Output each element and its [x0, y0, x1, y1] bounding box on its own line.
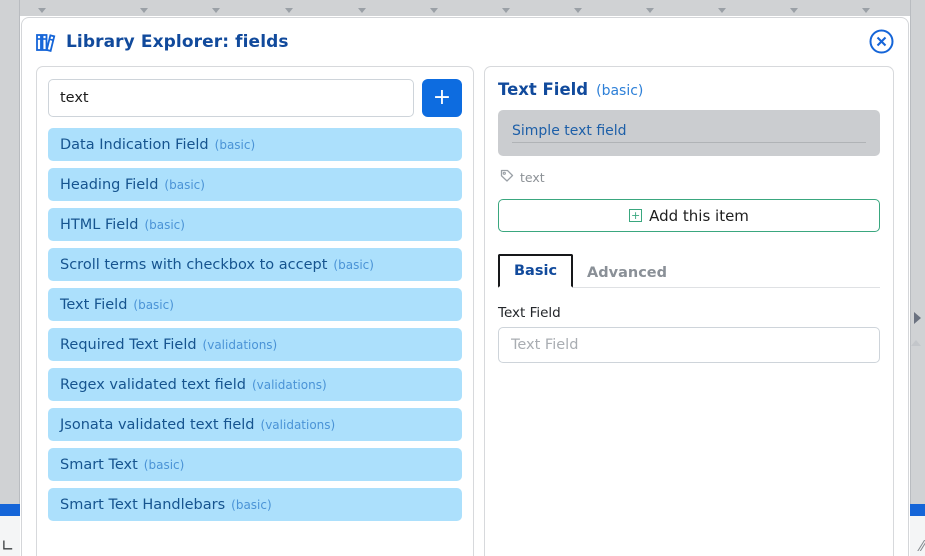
search-input[interactable] — [48, 79, 414, 117]
list-item-category: (validations) — [260, 417, 336, 432]
close-icon[interactable] — [869, 29, 894, 54]
library-explorer-dialog: Library Explorer: fields + Data Ind — [21, 17, 909, 556]
detail-title: Text Field — [498, 80, 589, 99]
list-item[interactable]: Smart Text (basic) — [48, 448, 462, 481]
right-rail-accent — [910, 504, 925, 516]
text-field-label: Text Field — [498, 305, 561, 321]
list-item-name: Regex validated text field — [60, 376, 246, 393]
list-item-name: Smart Text Handlebars — [60, 496, 226, 513]
list-item-name: Heading Field — [60, 176, 159, 193]
list-item-category: (basic) — [144, 217, 185, 232]
list-item-category: (validations) — [251, 377, 327, 392]
list-item[interactable]: Smart Text Handlebars (basic) — [48, 488, 462, 521]
left-rail — [0, 0, 20, 556]
library-list-panel: + Data Indication Field (basic) Heading … — [36, 66, 474, 556]
detail-header: Text Field (basic) — [498, 80, 880, 99]
list-item[interactable]: Regex validated text field (validations) — [48, 368, 462, 401]
add-this-item-button[interactable]: + Add this item — [498, 199, 880, 232]
tab-advanced[interactable]: Advanced — [573, 258, 681, 288]
page-title: Library Explorer: fields — [66, 32, 289, 52]
list-item-name: Jsonata validated text field — [60, 416, 255, 433]
item-preview: Simple text field — [498, 110, 880, 156]
search-row: + — [48, 79, 462, 117]
dialog-header: Library Explorer: fields — [22, 18, 908, 66]
tag-label: text — [520, 170, 545, 185]
list-item-name: Scroll terms with checkbox to accept — [60, 256, 328, 273]
detail-tabs: Basic Advanced — [498, 253, 880, 288]
list-item[interactable]: Required Text Field (validations) — [48, 328, 462, 361]
list-item-category: (basic) — [214, 137, 256, 152]
preview-underline — [512, 142, 866, 143]
list-item[interactable]: HTML Field (basic) — [48, 208, 462, 241]
detail-category: (basic) — [596, 83, 644, 99]
chevron-right-icon[interactable] — [914, 312, 921, 324]
right-rail — [910, 0, 925, 556]
ruler-strip-top — [0, 0, 925, 16]
plus-square-icon: + — [629, 209, 643, 222]
page-root: ∟ ⁄⁄ Library Explorer: fields text + Dat… — [0, 0, 925, 556]
add-new-button[interactable]: + — [422, 79, 462, 117]
list-item-name: HTML Field — [60, 216, 139, 233]
list-item-category: (validations) — [202, 337, 278, 352]
item-detail-panel: Text Field (basic) Simple text field tex… — [484, 66, 894, 556]
tab-basic[interactable]: Basic — [498, 254, 574, 288]
text-field-input[interactable] — [498, 327, 880, 363]
tag-icon — [500, 168, 514, 187]
list-item-name: Smart Text — [60, 456, 138, 473]
list-item-name: Text Field — [60, 296, 128, 313]
preview-label: Simple text field — [512, 123, 627, 139]
list-item-name: Required Text Field — [60, 336, 197, 353]
left-rail-accent — [0, 504, 20, 516]
list-item[interactable]: Scroll terms with checkbox to accept (ba… — [48, 248, 462, 281]
list-item[interactable]: Heading Field (basic) — [48, 168, 462, 201]
list-item-category: (basic) — [143, 457, 185, 472]
resize-handle-icon[interactable]: ⁄⁄ — [920, 539, 925, 554]
list-item[interactable]: Text Field (basic) — [48, 288, 462, 321]
books-icon — [36, 33, 57, 52]
tag-row: text — [500, 168, 880, 187]
list-item-category: (basic) — [231, 497, 272, 512]
list-item-name: Data Indication Field — [60, 136, 209, 153]
basic-tab-form: Text Field — [498, 288, 880, 363]
chevron-up-icon[interactable] — [911, 340, 921, 346]
corner-bracket-icon: ∟ — [1, 536, 15, 555]
dialog-body: + Data Indication Field (basic) Heading … — [22, 66, 908, 556]
list-item-category: (basic) — [133, 297, 174, 312]
list-item[interactable]: Jsonata validated text field (validation… — [48, 408, 462, 441]
list-item-category: (basic) — [164, 177, 205, 192]
add-this-item-label: Add this item — [649, 206, 749, 225]
search-results-list: Data Indication Field (basic) Heading Fi… — [48, 128, 462, 521]
list-item-category: (basic) — [333, 257, 374, 272]
list-item[interactable]: Data Indication Field (basic) — [48, 128, 462, 161]
